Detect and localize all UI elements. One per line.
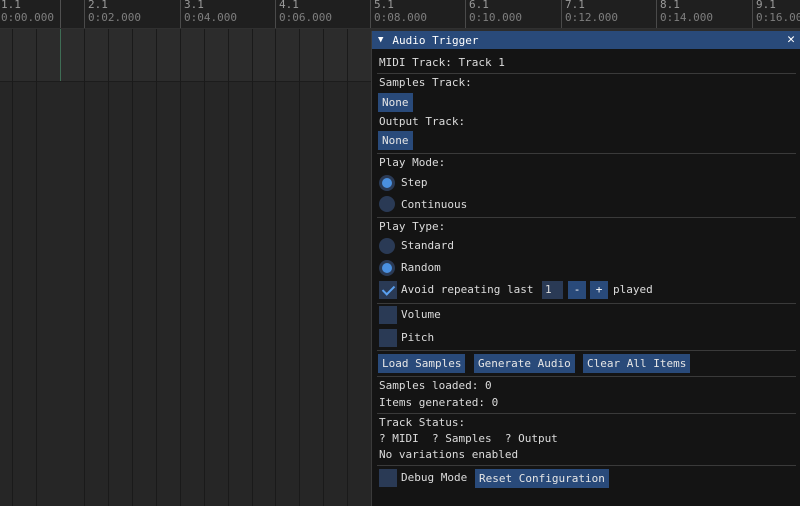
- bar-label: 5.1: [374, 0, 394, 11]
- track-status-line: ? MIDI ? Samples ? Output: [379, 432, 558, 445]
- divider: [377, 376, 796, 377]
- grid-line: [204, 29, 205, 506]
- audio-trigger-panel: ▼ Audio Trigger ✕ MIDI Track: Track 1 Sa…: [371, 31, 800, 506]
- grid-line: [132, 29, 133, 506]
- bar-label: 2.1: [88, 0, 108, 11]
- grid-line: [347, 29, 348, 506]
- time-label: 0:10.000: [469, 11, 522, 24]
- bar-label: 9.1: [756, 0, 776, 11]
- time-label: 0:00.000: [1, 11, 54, 24]
- clear-all-items-button[interactable]: Clear All Items: [583, 354, 691, 373]
- items-generated-text: Items generated: 0: [379, 396, 499, 409]
- divider: [377, 73, 796, 74]
- samples-track-selector[interactable]: None: [378, 93, 413, 112]
- track-status-label: Track Status:: [379, 416, 466, 429]
- grid-line: [252, 29, 253, 506]
- volume-checkbox[interactable]: [379, 306, 397, 324]
- playhead-line[interactable]: [60, 29, 61, 81]
- bar-label: 4.1: [279, 0, 299, 11]
- play-type-random-radio[interactable]: [379, 260, 395, 276]
- bar-label: 8.1: [660, 0, 680, 11]
- grid-line: [12, 29, 13, 506]
- time-label: 0:04.000: [184, 11, 237, 24]
- timeline-ruler[interactable]: 1.1 0:00.000 2.1 0:02.000 3.1 0:04.000 4.1 0…: [0, 0, 800, 29]
- pitch-label[interactable]: Pitch: [401, 331, 434, 344]
- close-icon[interactable]: ✕: [787, 32, 795, 47]
- play-mode-step-radio[interactable]: [379, 175, 395, 191]
- play-type-standard-label[interactable]: Standard: [401, 239, 454, 252]
- grid-line: [36, 29, 37, 506]
- divider: [377, 303, 796, 304]
- play-mode-continuous-radio[interactable]: [379, 196, 395, 212]
- grid-line: [299, 29, 300, 506]
- samples-loaded-text: Samples loaded: 0: [379, 379, 492, 392]
- grid-line: [156, 29, 157, 506]
- play-type-label: Play Type:: [379, 220, 446, 233]
- bar-label: 6.1: [469, 0, 489, 11]
- grid-line: [180, 29, 181, 506]
- play-mode-step-label[interactable]: Step: [401, 176, 428, 189]
- play-mode-continuous-label[interactable]: Continuous: [401, 198, 467, 211]
- volume-label[interactable]: Volume: [401, 308, 441, 321]
- pitch-checkbox[interactable]: [379, 329, 397, 347]
- avoid-repeating-checkbox[interactable]: [379, 281, 397, 299]
- panel-title: Audio Trigger: [392, 33, 479, 47]
- collapse-arrow-icon[interactable]: ▼: [378, 35, 383, 45]
- play-mode-label: Play Mode:: [379, 156, 446, 169]
- divider: [377, 413, 796, 414]
- midi-track-text: MIDI Track: Track 1: [379, 56, 505, 69]
- bar-label: 7.1: [565, 0, 585, 11]
- bar-label: 1.1: [1, 0, 21, 11]
- divider: [377, 153, 796, 154]
- time-label: 0:06.000: [279, 11, 332, 24]
- output-track-label: Output Track:: [379, 115, 466, 128]
- grid-line: [228, 29, 229, 506]
- divider: [377, 350, 796, 351]
- divider: [377, 465, 796, 466]
- divider: [377, 217, 796, 218]
- decrement-button[interactable]: -: [568, 281, 586, 299]
- time-label: 0:02.000: [88, 11, 141, 24]
- time-label: 0:12.000: [565, 11, 618, 24]
- grid-line: [108, 29, 109, 506]
- time-label: 0:14.000: [660, 11, 713, 24]
- play-type-standard-radio[interactable]: [379, 238, 395, 254]
- grid-line: [323, 29, 324, 506]
- grid-line: [275, 29, 276, 506]
- playhead-marker[interactable]: [60, 0, 61, 28]
- avoid-repeating-label[interactable]: Avoid repeating last: [401, 283, 533, 296]
- debug-mode-checkbox[interactable]: [379, 469, 397, 487]
- reset-configuration-button[interactable]: Reset Configuration: [475, 469, 609, 488]
- variations-status-text: No variations enabled: [379, 448, 519, 461]
- samples-track-label: Samples Track:: [379, 76, 472, 89]
- panel-titlebar[interactable]: ▼ Audio Trigger ✕: [372, 31, 800, 49]
- output-track-selector[interactable]: None: [378, 131, 413, 150]
- time-label: 0:08.000: [374, 11, 427, 24]
- increment-button[interactable]: +: [590, 281, 608, 299]
- avoid-repeating-count-input[interactable]: 1: [542, 281, 563, 299]
- played-label: played: [613, 283, 653, 296]
- debug-mode-label[interactable]: Debug Mode: [401, 471, 467, 484]
- grid-line: [84, 29, 85, 506]
- generate-audio-button[interactable]: Generate Audio: [474, 354, 575, 373]
- load-samples-button[interactable]: Load Samples: [378, 354, 466, 373]
- bar-label: 3.1: [184, 0, 204, 11]
- time-label: 0:16.000: [756, 11, 800, 24]
- play-type-random-label[interactable]: Random: [401, 261, 441, 274]
